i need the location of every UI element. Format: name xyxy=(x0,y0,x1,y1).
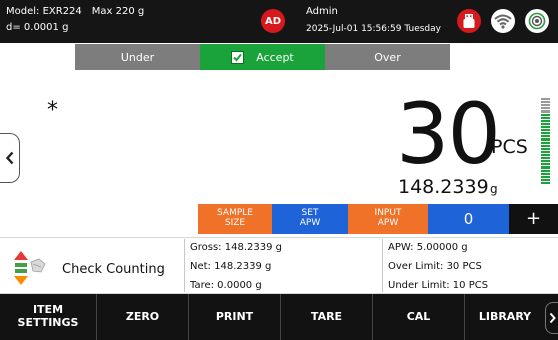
status-over-label: Over xyxy=(374,50,401,64)
top-bar: Model: EXR224 Max 220 g d= 0.0001 g AD Ad… xyxy=(0,0,558,43)
count-display: 30 xyxy=(396,85,501,183)
set-apw-label-line2: APW xyxy=(299,218,321,228)
side-panel-tab-right[interactable] xyxy=(545,302,558,334)
bar-meter-segment xyxy=(541,144,550,147)
bar-meter-segment xyxy=(541,98,550,101)
usb-icon[interactable] xyxy=(457,9,481,33)
bar-meter-segment xyxy=(541,157,550,160)
max-capacity-label: Max 220 g xyxy=(91,6,145,17)
net-weight: Net: 148.2339 g xyxy=(190,261,272,272)
user-name: Admin xyxy=(306,6,338,17)
bar-meter-segment xyxy=(541,132,550,135)
apw-value-field[interactable]: 0 xyxy=(428,204,509,234)
info-divider xyxy=(382,239,383,292)
weight-display: 148.2339 xyxy=(398,176,489,198)
tare-weight: Tare: 0.0000 g xyxy=(190,280,262,291)
bar-meter-segment xyxy=(541,138,550,141)
bar-meter-segment xyxy=(541,172,550,175)
status-over: Over xyxy=(325,44,450,70)
gross-weight: Gross: 148.2339 g xyxy=(190,242,282,253)
status-accept: Accept xyxy=(200,44,325,70)
under-limit: Under Limit: 10 PCS xyxy=(388,280,489,291)
cal-button[interactable]: CAL xyxy=(373,294,465,340)
bar-meter-segment xyxy=(541,163,550,166)
status-accept-label: Accept xyxy=(256,50,294,64)
mode-label: Check Counting xyxy=(62,262,165,277)
bar-meter-segment xyxy=(541,181,550,185)
weight-unit: g xyxy=(490,182,498,196)
chevron-right-icon xyxy=(549,312,556,324)
stability-indicator: * xyxy=(47,98,58,123)
datetime-label: 2025-Jul-01 15:56:59 Tuesday xyxy=(306,24,441,34)
wifi-icon[interactable] xyxy=(491,9,515,33)
item-settings-label-line2: SETTINGS xyxy=(17,316,79,329)
status-under-label: Under xyxy=(120,50,155,64)
bar-meter-segment xyxy=(541,125,550,129)
side-panel-tab-left[interactable] xyxy=(0,133,20,183)
bar-meter-segment xyxy=(541,153,550,157)
bar-meter-segment xyxy=(541,107,550,110)
library-button[interactable]: LIBRARY xyxy=(465,294,545,340)
count-unit: PCS xyxy=(491,136,528,158)
capacity-bar-meter xyxy=(541,98,550,185)
target-icon[interactable] xyxy=(525,9,549,33)
check-icon xyxy=(231,50,245,64)
info-divider xyxy=(184,239,185,292)
model-info: Model: EXR224 Max 220 g xyxy=(6,6,144,17)
tare-button[interactable]: TARE xyxy=(281,294,373,340)
bar-meter-segment xyxy=(541,101,550,104)
bar-meter-segment xyxy=(541,160,550,163)
bar-meter-segment xyxy=(541,141,550,144)
bar-meter-segment xyxy=(541,129,550,132)
status-under: Under xyxy=(75,44,200,70)
chevron-left-icon xyxy=(5,151,13,165)
bar-meter-segment xyxy=(541,119,550,122)
item-settings-button[interactable]: ITEM SETTINGS xyxy=(0,294,97,340)
model-label: Model: EXR224 xyxy=(6,6,82,17)
over-limit: Over Limit: 30 PCS xyxy=(388,261,482,272)
bar-meter-segment xyxy=(541,169,550,172)
bar-meter-segment xyxy=(541,122,550,125)
input-apw-label-line2: APW xyxy=(377,218,399,228)
sample-size-label-line2: SIZE xyxy=(224,218,246,228)
bar-meter-segment xyxy=(541,150,550,153)
print-button[interactable]: PRINT xyxy=(189,294,281,340)
input-apw-button[interactable]: INPUT APW xyxy=(348,204,428,234)
bar-meter-segment xyxy=(541,175,550,178)
set-apw-button[interactable]: SET APW xyxy=(272,204,348,234)
bar-meter-segment xyxy=(541,104,550,107)
bar-meter-segment xyxy=(541,178,550,181)
apw-value: APW: 5.00000 g xyxy=(388,242,468,253)
bar-meter-segment xyxy=(541,110,550,113)
bar-meter-segment xyxy=(541,166,550,169)
readability-label: d= 0.0001 g xyxy=(6,22,69,33)
bar-meter-segment xyxy=(541,113,550,116)
user-avatar[interactable]: AD xyxy=(261,9,285,33)
bar-meter-segment xyxy=(541,147,550,150)
sample-size-button[interactable]: SAMPLE SIZE xyxy=(198,204,272,234)
bar-meter-segment xyxy=(541,116,550,119)
zero-button[interactable]: ZERO xyxy=(97,294,189,340)
check-counting-icon xyxy=(12,250,46,286)
bar-meter-segment xyxy=(541,135,550,138)
plus-button[interactable]: + xyxy=(509,204,558,234)
